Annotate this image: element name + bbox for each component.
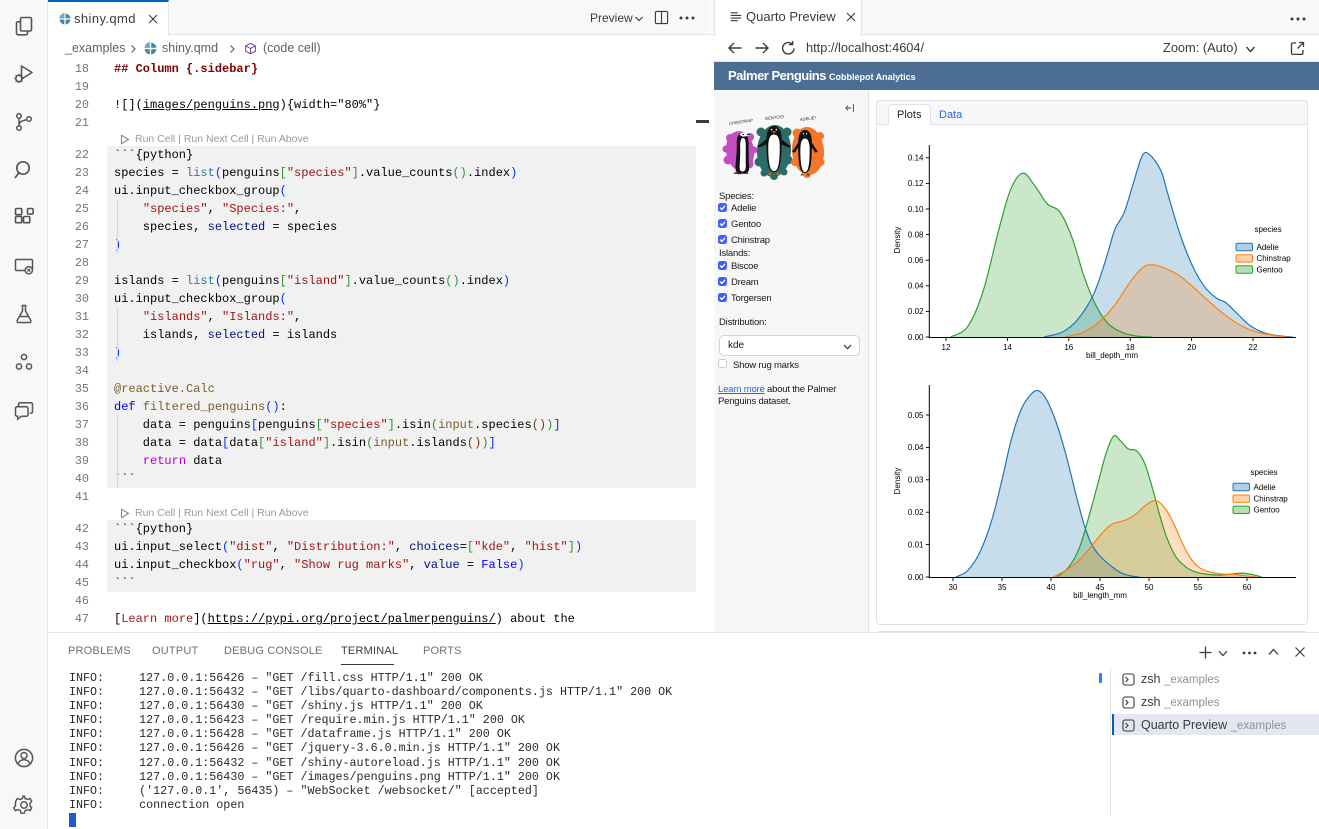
svg-text:60: 60 xyxy=(1243,583,1252,592)
svg-text:12: 12 xyxy=(942,343,951,352)
svg-text:16: 16 xyxy=(1064,343,1073,352)
svg-text:20: 20 xyxy=(1187,343,1196,352)
svg-text:0.03: 0.03 xyxy=(908,476,924,485)
svg-text:22: 22 xyxy=(1249,343,1258,352)
svg-text:0.04: 0.04 xyxy=(908,282,924,291)
svg-text:0.02: 0.02 xyxy=(908,508,924,517)
svg-text:GENTOO!: GENTOO! xyxy=(765,114,785,121)
svg-text:0.00: 0.00 xyxy=(908,573,924,582)
svg-text:50: 50 xyxy=(1145,583,1154,592)
svg-text:0.14: 0.14 xyxy=(908,154,924,163)
svg-text:0.02: 0.02 xyxy=(908,307,924,316)
svg-text:Gentoo: Gentoo xyxy=(1257,265,1284,274)
svg-text:species: species xyxy=(1250,468,1277,477)
svg-text:Density: Density xyxy=(893,227,902,254)
svg-text:CHINSTRAP: CHINSTRAP xyxy=(728,118,753,126)
svg-text:Adelie: Adelie xyxy=(1257,243,1280,252)
svg-text:bill_depth_mm: bill_depth_mm xyxy=(1086,351,1138,360)
svg-text:14: 14 xyxy=(1003,343,1012,352)
svg-text:0.05: 0.05 xyxy=(908,411,924,420)
svg-text:0.06: 0.06 xyxy=(908,256,924,265)
svg-text:0.04: 0.04 xyxy=(908,443,924,452)
svg-text:0.01: 0.01 xyxy=(908,540,924,549)
svg-text:0.08: 0.08 xyxy=(908,230,924,239)
svg-text:0.00: 0.00 xyxy=(908,333,924,342)
svg-text:bill_length_mm: bill_length_mm xyxy=(1073,591,1127,600)
svg-text:Gentoo: Gentoo xyxy=(1254,506,1281,515)
svg-text:40: 40 xyxy=(1047,583,1056,592)
svg-text:Chinstrap: Chinstrap xyxy=(1257,254,1292,263)
svg-text:Chinstrap: Chinstrap xyxy=(1254,495,1289,504)
svg-text:Density: Density xyxy=(893,468,902,495)
svg-text:30: 30 xyxy=(949,583,958,592)
svg-text:35: 35 xyxy=(998,583,1007,592)
svg-text:Adelie: Adelie xyxy=(1254,483,1277,492)
svg-text:55: 55 xyxy=(1194,583,1203,592)
svg-text:0.10: 0.10 xyxy=(908,205,924,214)
svg-text:species: species xyxy=(1254,225,1281,234)
svg-text:ADELIE!: ADELIE! xyxy=(799,115,817,122)
svg-text:0.12: 0.12 xyxy=(908,179,924,188)
